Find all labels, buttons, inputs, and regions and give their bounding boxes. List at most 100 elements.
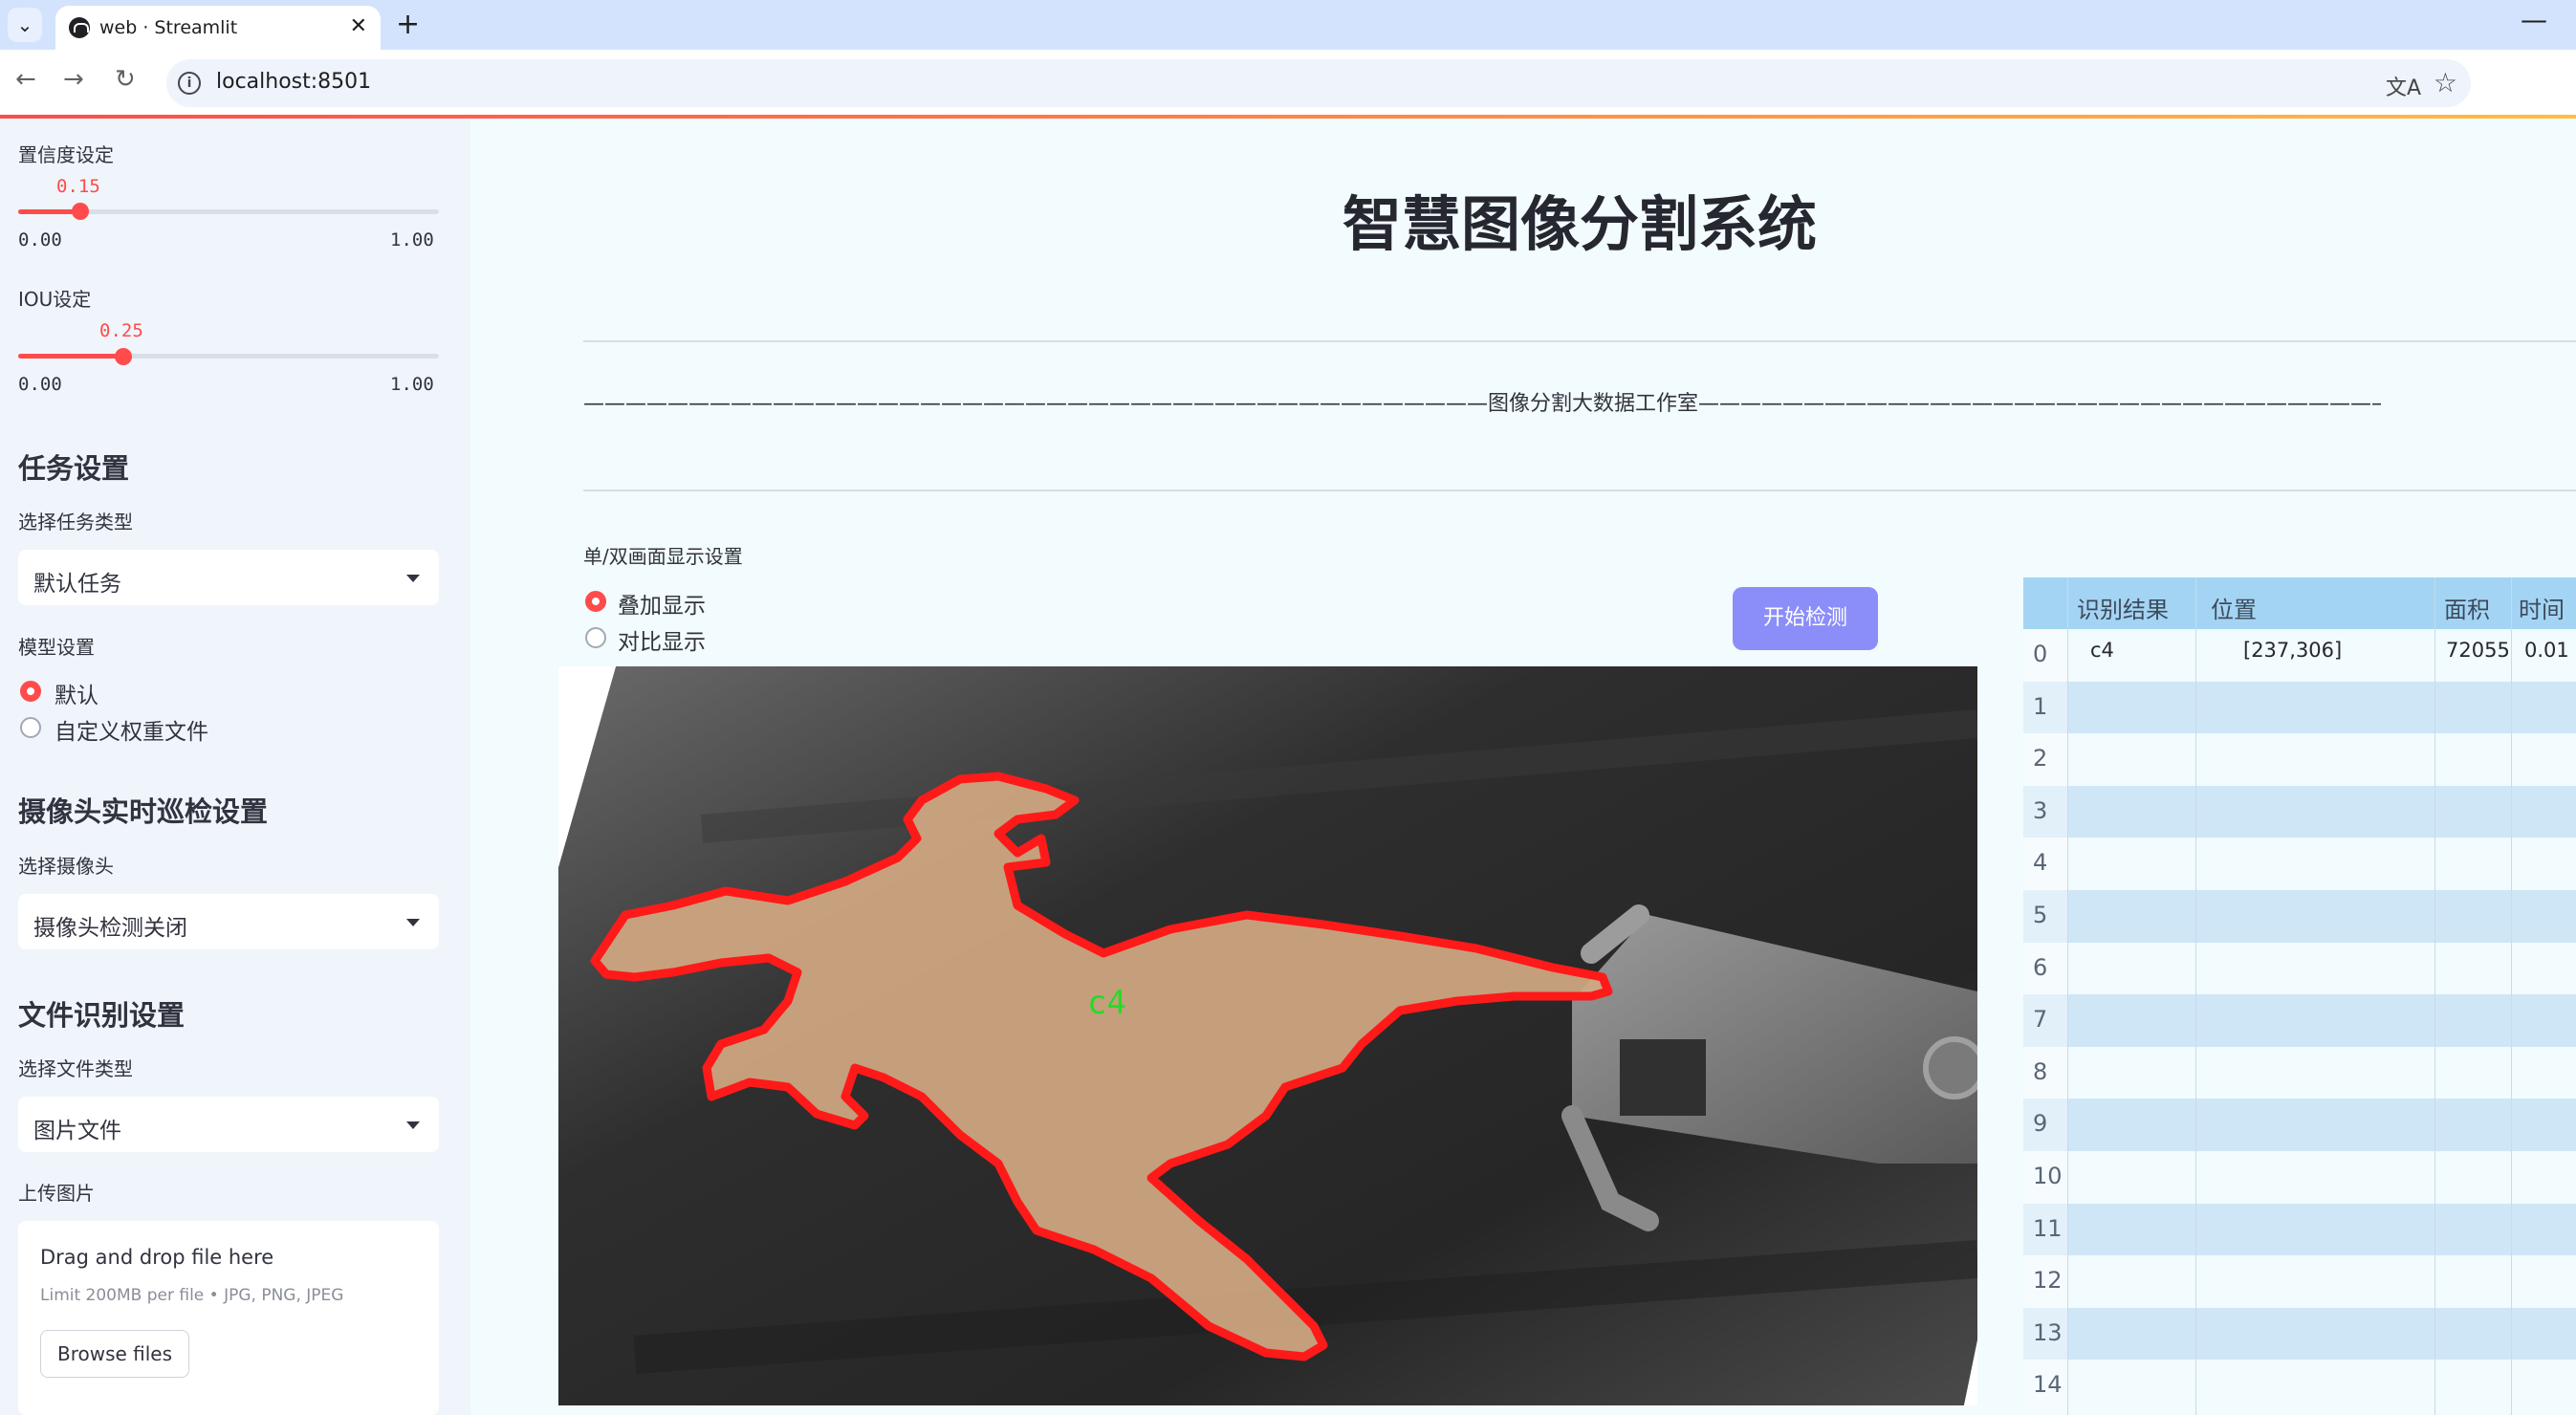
column-divider xyxy=(2434,577,2435,1415)
table-row[interactable]: 14 xyxy=(2023,1360,2576,1412)
site-info-icon[interactable]: i xyxy=(178,72,201,95)
table-row[interactable]: 1 xyxy=(2023,681,2576,734)
overlay-mode-label[interactable]: 叠加显示 xyxy=(618,587,706,620)
table-row[interactable]: 5 xyxy=(2023,890,2576,943)
task-settings-heading: 任务设置 xyxy=(18,452,130,485)
table-row[interactable]: 6 xyxy=(2023,942,2576,995)
row-index-cell: 13 xyxy=(2023,1307,2067,1361)
task-type-label: 选择任务类型 xyxy=(18,511,133,533)
file-settings-heading: 文件识别设置 xyxy=(18,999,186,1032)
file-type-select[interactable]: 图片文件 xyxy=(18,1097,439,1152)
bookmark-star-icon[interactable]: ☆ xyxy=(2434,67,2457,98)
camera-select-label: 选择摄像头 xyxy=(18,855,114,878)
dropzone-text: Drag and drop file here xyxy=(40,1246,274,1269)
iou-slider-track[interactable] xyxy=(18,354,439,359)
iou-slider-max: 1.00 xyxy=(390,374,434,395)
row-index: 9 xyxy=(2033,1110,2048,1138)
segmentation-image: c4 xyxy=(558,666,1977,1405)
column-divider xyxy=(2067,577,2068,1415)
row-index-cell: 5 xyxy=(2023,890,2067,943)
column-header-area[interactable]: 面积 xyxy=(2444,591,2490,624)
main-content: 智慧图像分割系统 ———————————————————————————————… xyxy=(470,119,2576,1415)
row-index: 8 xyxy=(2033,1057,2048,1085)
row-index: 1 xyxy=(2033,692,2048,720)
row-index-cell: 0 xyxy=(2023,629,2067,682)
divider xyxy=(583,340,2576,342)
page-title: 智慧图像分割系统 xyxy=(1342,189,1817,259)
tab-title: web · Streamlit xyxy=(99,17,238,38)
bracket-hole xyxy=(1620,1039,1706,1116)
reload-icon[interactable]: ↻ xyxy=(115,65,136,94)
conf-slider-label: 置信度设定 xyxy=(18,143,114,166)
iou-slider-value: 0.25 xyxy=(99,320,143,341)
column-header-result[interactable]: 识别结果 xyxy=(2077,591,2169,624)
row-index-cell: 10 xyxy=(2023,1151,2067,1204)
forward-icon[interactable]: → xyxy=(63,65,84,94)
chevron-down-icon xyxy=(406,575,420,582)
table-row[interactable]: 12 xyxy=(2023,1255,2576,1308)
row-index: 14 xyxy=(2033,1371,2063,1399)
table-row[interactable]: 4 xyxy=(2023,838,2576,890)
row-index: 4 xyxy=(2033,849,2048,877)
column-divider xyxy=(2511,577,2512,1415)
row-index-cell: 11 xyxy=(2023,1203,2067,1256)
results-table[interactable]: 识别结果 位置 面积 时间 0 c4 [237,306] 72055 0.01 1 2 3 4 5… xyxy=(2023,577,2576,1415)
row-index: 10 xyxy=(2033,1163,2063,1189)
new-tab-icon[interactable]: + xyxy=(396,8,420,41)
compare-mode-label[interactable]: 对比显示 xyxy=(618,623,706,656)
cell-time: 0.01 xyxy=(2524,639,2569,662)
row-index: 11 xyxy=(2033,1214,2063,1242)
model-custom-label[interactable]: 自定义权重文件 xyxy=(55,713,208,746)
conf-slider-max: 1.00 xyxy=(390,229,434,250)
iou-slider-thumb[interactable] xyxy=(115,348,132,365)
browse-files-button[interactable]: Browse files xyxy=(40,1330,189,1378)
close-tab-icon[interactable]: ✕ xyxy=(350,14,367,38)
file-type-value: 图片文件 xyxy=(33,1119,121,1143)
back-icon[interactable]: ← xyxy=(15,65,36,94)
row-index: 12 xyxy=(2033,1267,2063,1295)
table-row[interactable]: 13 xyxy=(2023,1307,2576,1361)
table-row[interactable]: 8 xyxy=(2023,1046,2576,1099)
conf-slider-value: 0.15 xyxy=(56,176,100,197)
task-type-select[interactable]: 默认任务 xyxy=(18,550,439,605)
conf-slider-min: 0.00 xyxy=(18,229,62,250)
result-image: c4 xyxy=(558,666,1977,1405)
upload-label: 上传图片 xyxy=(18,1182,95,1205)
row-index: 3 xyxy=(2033,796,2048,824)
model-default-radio[interactable] xyxy=(20,681,41,702)
camera-select[interactable]: 摄像头检测关闭 xyxy=(18,894,439,949)
tab-search-button[interactable]: ⌄ xyxy=(8,8,42,42)
conf-slider-thumb[interactable] xyxy=(72,203,89,220)
file-type-label: 选择文件类型 xyxy=(18,1057,133,1080)
table-row[interactable]: 7 xyxy=(2023,994,2576,1047)
table-row[interactable]: 0 c4 [237,306] 72055 0.01 xyxy=(2023,629,2576,682)
start-detection-button[interactable]: 开始检测 xyxy=(1733,587,1878,650)
address-bar[interactable]: i localhost:8501 文A ☆ xyxy=(166,59,2471,107)
browser-window: ⌄ web · Streamlit ✕ + — ← → ↻ i localhos… xyxy=(0,0,2576,1415)
overlay-mode-radio[interactable] xyxy=(585,591,606,612)
browser-tab[interactable]: web · Streamlit ✕ xyxy=(55,6,381,50)
row-index-cell: 3 xyxy=(2023,785,2067,838)
table-row[interactable]: 11 xyxy=(2023,1203,2576,1256)
model-default-label[interactable]: 默认 xyxy=(55,677,98,709)
table-row[interactable]: 10 xyxy=(2023,1151,2576,1204)
file-dropzone[interactable]: Drag and drop file here Limit 200MB per … xyxy=(18,1221,439,1415)
column-header-time[interactable]: 时间 xyxy=(2519,591,2565,624)
row-index-cell: 12 xyxy=(2023,1255,2067,1308)
compare-mode-radio[interactable] xyxy=(585,627,606,648)
row-index-cell: 6 xyxy=(2023,942,2067,995)
dropzone-limit: Limit 200MB per file • JPG, PNG, JPEG xyxy=(40,1286,344,1305)
table-row[interactable]: 3 xyxy=(2023,785,2576,838)
translate-icon[interactable]: 文A xyxy=(2386,71,2421,101)
display-mode-label: 单/双画面显示设置 xyxy=(583,545,743,568)
table-row[interactable]: 2 xyxy=(2023,733,2576,786)
model-custom-radio[interactable] xyxy=(20,717,41,738)
iou-slider-min: 0.00 xyxy=(18,374,62,395)
row-index: 7 xyxy=(2033,1006,2048,1034)
column-header-position[interactable]: 位置 xyxy=(2211,591,2257,624)
divider xyxy=(583,490,2576,491)
minimize-icon[interactable]: — xyxy=(2521,4,2547,35)
table-row[interactable]: 9 xyxy=(2023,1099,2576,1151)
chevron-down-icon: ⌄ xyxy=(16,13,33,36)
detection-label: c4 xyxy=(1087,984,1126,1022)
